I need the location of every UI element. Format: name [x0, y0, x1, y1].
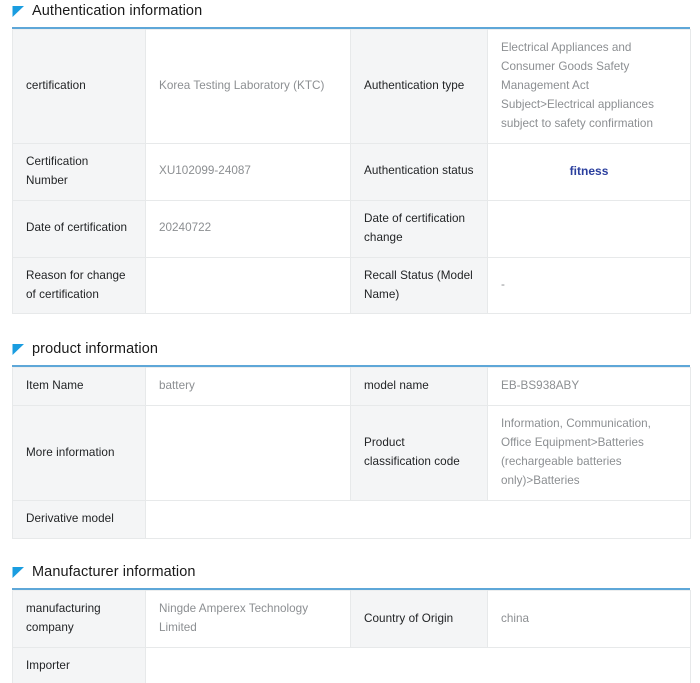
row-label-manufacturing-company: manufacturing company	[13, 591, 146, 648]
row-label-certification: certification	[13, 30, 146, 144]
product-information-table: Item Name battery model name EB-BS938ABY…	[12, 367, 691, 539]
table-row: Date of certification 20240722 Date of c…	[13, 200, 691, 257]
row-label-reason-for-change: Reason for change of certification	[13, 257, 146, 314]
row-value-more-information	[146, 406, 351, 501]
certification-detail-page: Authentication information certification…	[0, 0, 700, 683]
flag-triangle-icon	[12, 343, 25, 356]
section-product-information: product information Item Name battery mo…	[0, 338, 700, 539]
row-label-date-of-certification: Date of certification	[13, 200, 146, 257]
row-label-authentication-type: Authentication type	[351, 30, 488, 144]
table-row: certification Korea Testing Laboratory (…	[13, 30, 691, 144]
row-label-importer: Importer	[13, 648, 146, 683]
flag-triangle-icon	[12, 566, 25, 579]
section-header-product-information: product information	[0, 338, 700, 360]
section-authentication-information: Authentication information certification…	[0, 0, 700, 314]
row-label-date-of-certification-change: Date of certification change	[351, 200, 488, 257]
row-value-product-classification-code: Information, Communication, Office Equip…	[488, 406, 691, 501]
table-row: manufacturing company Ningde Amperex Tec…	[13, 591, 691, 648]
product-table-wrapper: Item Name battery model name EB-BS938ABY…	[12, 365, 690, 539]
row-label-authentication-status: Authentication status	[351, 143, 488, 200]
table-row: Derivative model	[13, 501, 691, 539]
row-label-model-name: model name	[351, 368, 488, 406]
row-label-more-information: More information	[13, 406, 146, 501]
row-label-certification-number: Certification Number	[13, 143, 146, 200]
row-value-item-name: battery	[146, 368, 351, 406]
section-spacer	[0, 539, 700, 561]
row-value-authentication-type: Electrical Appliances and Consumer Goods…	[488, 30, 691, 144]
row-value-derivative-model	[146, 501, 691, 539]
row-label-product-classification-code: Product classification code	[351, 406, 488, 501]
table-row: Importer	[13, 648, 691, 683]
section-header-manufacturer-information: Manufacturer information	[0, 561, 700, 583]
row-label-country-of-origin: Country of Origin	[351, 591, 488, 648]
flag-triangle-icon	[12, 5, 25, 18]
section-title: product information	[32, 341, 158, 357]
section-title: Manufacturer information	[32, 564, 196, 580]
row-value-date-of-certification: 20240722	[146, 200, 351, 257]
section-spacer	[0, 314, 700, 338]
row-label-recall-status: Recall Status (Model Name)	[351, 257, 488, 314]
authentication-information-table: certification Korea Testing Laboratory (…	[12, 29, 691, 314]
table-row: Item Name battery model name EB-BS938ABY	[13, 368, 691, 406]
section-header-authentication-information: Authentication information	[0, 0, 700, 22]
table-row: Reason for change of certification Recal…	[13, 257, 691, 314]
row-value-date-of-certification-change	[488, 200, 691, 257]
table-row: More information Product classification …	[13, 406, 691, 501]
manufacturer-information-table: manufacturing company Ningde Amperex Tec…	[12, 590, 691, 683]
status-badge-authentication-status: fitness	[488, 143, 691, 200]
row-value-manufacturing-company: Ningde Amperex Technology Limited	[146, 591, 351, 648]
section-manufacturer-information: Manufacturer information manufacturing c…	[0, 561, 700, 683]
row-value-model-name: EB-BS938ABY	[488, 368, 691, 406]
manufacturer-table-wrapper: manufacturing company Ningde Amperex Tec…	[12, 588, 690, 683]
row-value-importer	[146, 648, 691, 683]
authentication-table-wrapper: certification Korea Testing Laboratory (…	[12, 27, 690, 314]
row-value-country-of-origin: china	[488, 591, 691, 648]
row-value-certification-number: XU102099-24087	[146, 143, 351, 200]
row-label-item-name: Item Name	[13, 368, 146, 406]
table-row: Certification Number XU102099-24087 Auth…	[13, 143, 691, 200]
section-title: Authentication information	[32, 3, 202, 19]
row-value-recall-status: -	[488, 257, 691, 314]
row-label-derivative-model: Derivative model	[13, 501, 146, 539]
row-value-reason-for-change	[146, 257, 351, 314]
row-value-certification: Korea Testing Laboratory (KTC)	[146, 30, 351, 144]
